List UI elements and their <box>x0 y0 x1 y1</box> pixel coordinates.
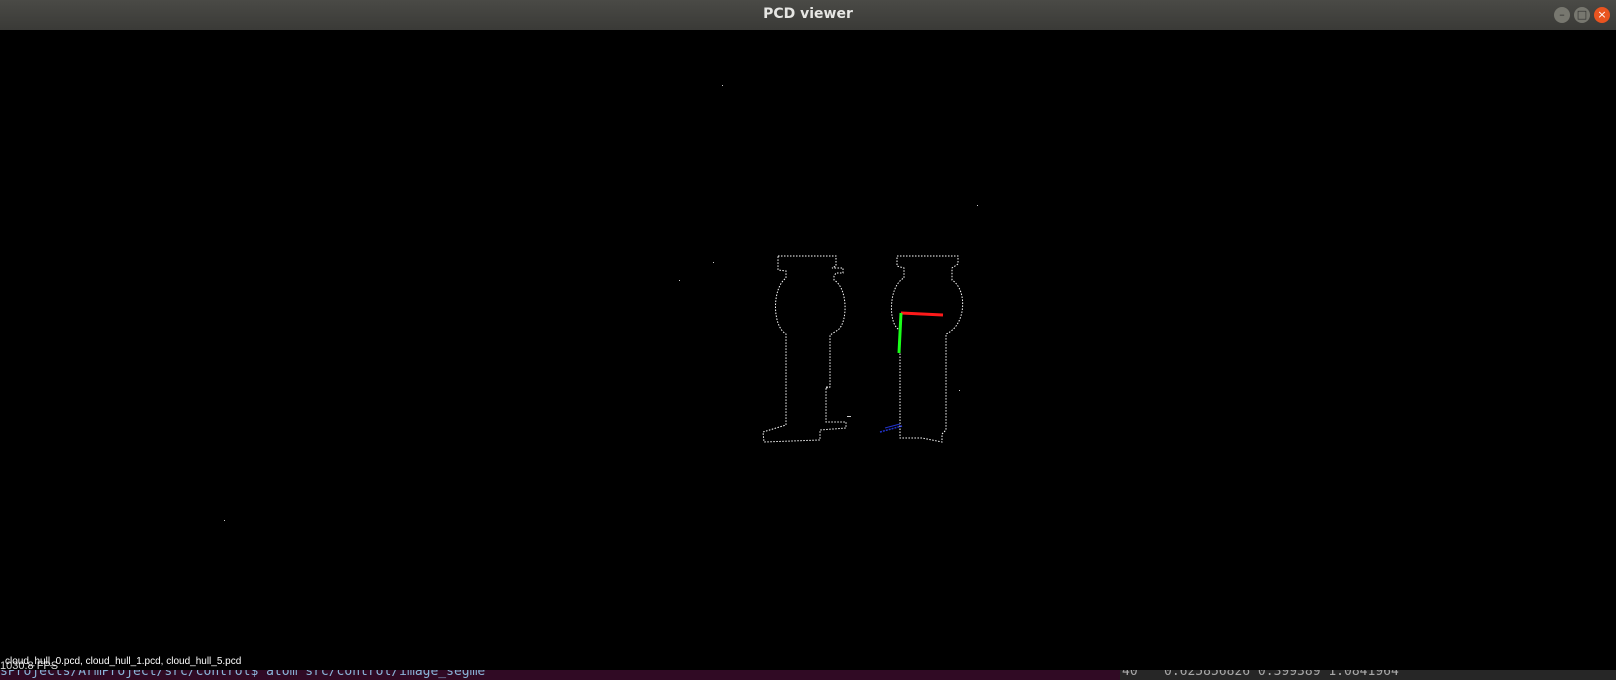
stray-points <box>224 85 978 521</box>
window-controls: – □ × <box>1554 7 1610 23</box>
minimize-button[interactable]: – <box>1554 7 1570 23</box>
window-title: PCD viewer <box>763 6 853 22</box>
cloud-hull-left <box>762 255 847 443</box>
terminal-right-pane: 40 0.625856826 0.399389 1.0841964 <box>1120 670 1616 680</box>
terminal-right-values: 0.625856826 0.399389 1.0841964 <box>1164 670 1399 679</box>
cloud-list-label: cloud_hull_0.pcd, cloud_hull_1.pcd, clou… <box>5 656 242 667</box>
x-axis-line <box>900 311 944 317</box>
maximize-button[interactable]: □ <box>1574 7 1590 23</box>
terminal-right-num: 40 <box>1122 670 1138 679</box>
title-bar[interactable]: PCD viewer – □ × <box>0 0 1616 31</box>
point-cloud-canvas <box>224 85 978 521</box>
close-button[interactable]: × <box>1594 7 1610 23</box>
cloud-hull-right <box>890 255 964 443</box>
y-axis-line <box>897 312 903 354</box>
point-cloud-viewport[interactable]: 1030.8 FPS cloud_hull_0.pcd, cloud_hull_… <box>0 30 1616 672</box>
background-terminal: sProjects/ArmProject/src/control$ atom s… <box>0 670 1616 680</box>
terminal-prompt: sProjects/ArmProject/src/control$ atom s… <box>0 670 486 679</box>
